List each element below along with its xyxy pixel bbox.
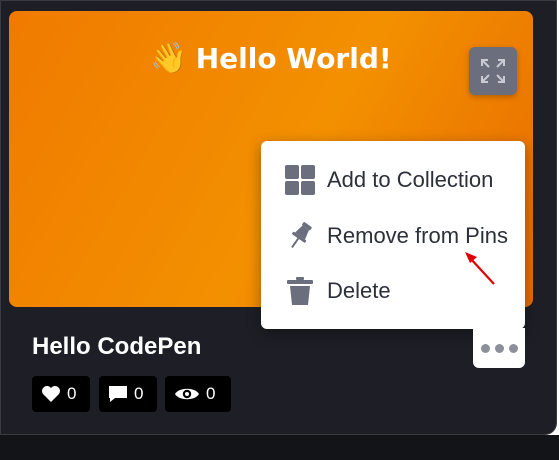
menu-item-add-to-collection[interactable]: Add to Collection [283,160,493,200]
menu-item-label: Delete [327,278,391,303]
likes-button[interactable]: 0 [32,376,90,412]
expand-icon [481,59,505,83]
comments-count: 0 [134,384,144,403]
eye-icon [174,386,200,402]
views-button[interactable]: 0 [165,376,231,412]
grid-icon [283,163,317,197]
more-dot [494,343,504,353]
trash-icon [283,274,317,308]
views-count: 0 [206,384,216,403]
more-dot [480,343,490,353]
likes-count: 0 [67,384,77,403]
more-options-button[interactable] [473,328,525,368]
waving-hand-emoji: 👋 [150,41,188,76]
heart-icon [41,385,61,403]
preview-heading: 👋 Hello World! [9,41,533,76]
annotation-arrow-icon [465,252,495,285]
menu-item-label: Add to Collection [327,167,494,192]
pen-title[interactable]: Hello CodePen [32,333,201,361]
bottom-strip [0,435,559,460]
menu-item-delete[interactable]: Delete [283,271,391,311]
comment-icon [108,385,128,403]
more-dot [508,343,518,353]
pin-icon [283,219,317,253]
menu-item-label: Remove from Pins [327,223,508,248]
preview-title-text: Hello World! [195,42,392,75]
comments-button[interactable]: 0 [99,376,157,412]
expand-button[interactable] [469,47,517,95]
